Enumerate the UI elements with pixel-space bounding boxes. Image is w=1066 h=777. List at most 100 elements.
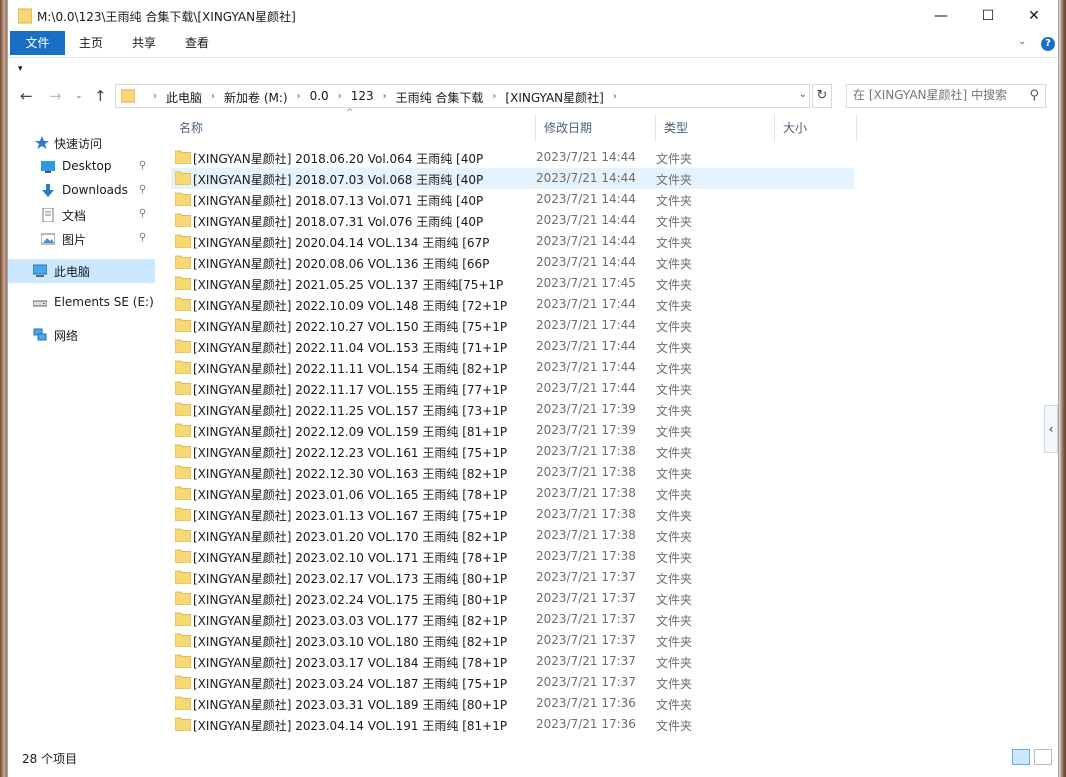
- sidebar-item[interactable]: 网络: [8, 323, 155, 347]
- desktop-icon: [41, 160, 55, 174]
- sidebar-item[interactable]: 快速访问: [8, 131, 155, 155]
- file-date: 2023/7/21 14:44: [536, 255, 636, 269]
- refresh-button[interactable]: ↻: [812, 84, 832, 108]
- navigation-pane: 快速访问 Desktop ⚲ Downloads ⚲ 文档 ⚲ 图片 ⚲ 此电脑 Elements …: [8, 111, 155, 741]
- sidebar-item[interactable]: 文档 ⚲: [8, 203, 155, 227]
- folder-icon: [175, 654, 191, 668]
- file-row[interactable]: [XINGYAN星颜社] 2022.10.09 VOL.148 王雨纯 [72+…: [171, 294, 854, 315]
- back-arrow-icon[interactable]: ←: [20, 87, 33, 105]
- tab-file[interactable]: 文件: [10, 31, 65, 55]
- file-row[interactable]: [XINGYAN星颜社] 2023.03.17 VOL.184 王雨纯 [78+…: [171, 651, 854, 672]
- chevron-right-icon[interactable]: ›: [338, 89, 342, 106]
- file-name: [XINGYAN星颜社] 2022.10.27 VOL.150 王雨纯 [75+…: [193, 320, 508, 334]
- chevron-down-icon[interactable]: ⌄: [799, 89, 807, 100]
- file-date: 2023/7/21 17:38: [536, 528, 636, 542]
- file-row[interactable]: [XINGYAN星颜社] 2023.03.31 VOL.189 王雨纯 [80+…: [171, 693, 854, 714]
- file-name: [XINGYAN星颜社] 2023.02.24 VOL.175 王雨纯 [80+…: [193, 593, 508, 607]
- tab-home[interactable]: 主页: [70, 31, 112, 55]
- breadcrumb-item[interactable]: 王雨纯 合集下载: [396, 89, 484, 106]
- close-button[interactable]: ✕: [1011, 0, 1057, 31]
- file-row[interactable]: [XINGYAN星颜社] 2022.12.09 VOL.159 王雨纯 [81+…: [171, 420, 854, 441]
- chevron-left-icon[interactable]: ‹: [1044, 405, 1058, 453]
- sidebar-item[interactable]: Downloads ⚲: [8, 179, 155, 203]
- customize-toolbar-icon[interactable]: ▾: [18, 64, 23, 74]
- folder-icon: [175, 465, 191, 479]
- recent-locations-icon[interactable]: ⌄: [75, 91, 83, 101]
- file-type: 文件夹: [656, 614, 693, 628]
- file-row[interactable]: [XINGYAN星颜社] 2023.02.10 VOL.171 王雨纯 [78+…: [171, 546, 854, 567]
- file-row[interactable]: [XINGYAN星颜社] 2023.01.20 VOL.170 王雨纯 [82+…: [171, 525, 854, 546]
- file-row[interactable]: [XINGYAN星颜社] 2023.02.17 VOL.173 王雨纯 [80+…: [171, 567, 854, 588]
- chevron-right-icon[interactable]: ›: [297, 89, 301, 106]
- chevron-right-icon[interactable]: ›: [492, 89, 496, 106]
- maximize-button[interactable]: ☐: [965, 0, 1011, 31]
- details-view-button[interactable]: [1012, 749, 1030, 765]
- minimize-button[interactable]: —: [918, 0, 964, 31]
- file-row[interactable]: [XINGYAN星颜社] 2023.04.14 VOL.191 王雨纯 [81+…: [171, 714, 854, 735]
- download-icon: [41, 184, 55, 198]
- file-row[interactable]: [XINGYAN星颜社] 2018.06.20 Vol.064 王雨纯 [40P…: [171, 147, 854, 168]
- file-row[interactable]: [XINGYAN星颜社] 2018.07.03 Vol.068 王雨纯 [40P…: [171, 168, 854, 189]
- file-type: 文件夹: [656, 551, 693, 565]
- sidebar-item[interactable]: Desktop ⚲: [8, 155, 155, 179]
- column-date[interactable]: 修改日期: [536, 114, 656, 142]
- folder-icon: [175, 675, 191, 689]
- file-row[interactable]: [XINGYAN星颜社] 2023.03.03 VOL.177 王雨纯 [82+…: [171, 609, 854, 630]
- file-row[interactable]: [XINGYAN星颜社] 2018.07.31 Vol.076 王雨纯 [40P…: [171, 210, 854, 231]
- breadcrumb-item[interactable]: 新加卷 (M:): [224, 89, 288, 106]
- file-row[interactable]: [XINGYAN星颜社] 2022.12.23 VOL.161 王雨纯 [75+…: [171, 441, 854, 462]
- chevron-right-icon[interactable]: ›: [383, 89, 387, 106]
- search-input[interactable]: [853, 88, 1023, 102]
- file-row[interactable]: [XINGYAN星颜社] 2022.10.27 VOL.150 王雨纯 [75+…: [171, 315, 854, 336]
- chevron-right-icon[interactable]: ›: [211, 89, 215, 106]
- file-type: 文件夹: [656, 488, 693, 502]
- file-row[interactable]: [XINGYAN星颜社] 2022.11.11 VOL.154 王雨纯 [82+…: [171, 357, 854, 378]
- breadcrumb-item[interactable]: [XINGYAN星颜社]: [505, 89, 603, 106]
- file-row[interactable]: [XINGYAN星颜社] 2022.11.04 VOL.153 王雨纯 [71+…: [171, 336, 854, 357]
- file-row[interactable]: [XINGYAN星颜社] 2022.11.25 VOL.157 王雨纯 [73+…: [171, 399, 854, 420]
- breadcrumb-item[interactable]: 0.0: [310, 89, 329, 106]
- file-row[interactable]: [XINGYAN星颜社] 2023.01.06 VOL.165 王雨纯 [78+…: [171, 483, 854, 504]
- file-date: 2023/7/21 14:44: [536, 234, 636, 248]
- forward-arrow-icon[interactable]: →: [49, 87, 62, 105]
- file-row[interactable]: [XINGYAN星颜社] 2018.07.13 Vol.071 王雨纯 [40P…: [171, 189, 854, 210]
- pin-icon: ⚲: [139, 232, 147, 243]
- help-icon[interactable]: ?: [1041, 37, 1055, 51]
- file-type: 文件夹: [656, 425, 693, 439]
- column-name[interactable]: 名称: [171, 114, 536, 142]
- large-icons-view-button[interactable]: [1034, 749, 1052, 765]
- file-row[interactable]: [XINGYAN星颜社] 2022.12.30 VOL.163 王雨纯 [82+…: [171, 462, 854, 483]
- file-name: [XINGYAN星颜社] 2023.03.31 VOL.189 王雨纯 [80+…: [193, 698, 508, 712]
- file-row[interactable]: [XINGYAN星颜社] 2020.04.14 VOL.134 王雨纯 [67P…: [171, 231, 854, 252]
- tab-share[interactable]: 共享: [123, 31, 165, 55]
- sidebar-item[interactable]: Elements SE (E:): [8, 291, 155, 315]
- status-bar: 28 个项目: [8, 745, 1058, 769]
- title-bar[interactable]: M:\0.0\123\王雨纯 合集下载\[XINGYAN星颜社] — ☐ ✕: [8, 0, 1058, 31]
- address-bar[interactable]: › 此电脑 › 新加卷 (M:) › 0.0 › 123 › 王雨纯 合集下载 › [XINGYAN星…: [115, 84, 810, 108]
- file-row[interactable]: [XINGYAN星颜社] 2023.03.24 VOL.187 王雨纯 [75+…: [171, 672, 854, 693]
- chevron-right-icon[interactable]: ›: [153, 89, 157, 106]
- file-name: [XINGYAN星颜社] 2021.05.25 VOL.137 王雨纯[75+1…: [193, 278, 504, 292]
- breadcrumb-item[interactable]: 此电脑: [166, 89, 202, 106]
- file-row[interactable]: [XINGYAN星颜社] 2022.11.17 VOL.155 王雨纯 [77+…: [171, 378, 854, 399]
- sidebar-item[interactable]: 此电脑: [8, 259, 155, 283]
- column-size[interactable]: 大小: [775, 114, 857, 142]
- file-row[interactable]: [XINGYAN星颜社] 2021.05.25 VOL.137 王雨纯[75+1…: [171, 273, 854, 294]
- sidebar-item-label: Downloads: [62, 183, 128, 197]
- tab-view[interactable]: 查看: [176, 31, 218, 55]
- file-row[interactable]: [XINGYAN星颜社] 2023.03.10 VOL.180 王雨纯 [82+…: [171, 630, 854, 651]
- file-date: 2023/7/21 17:44: [536, 339, 636, 353]
- sidebar-item-label: Elements SE (E:): [54, 295, 154, 309]
- expand-ribbon-icon[interactable]: ⌄: [1018, 36, 1026, 47]
- breadcrumb-item[interactable]: 123: [351, 89, 374, 106]
- file-row[interactable]: [XINGYAN星颜社] 2023.02.24 VOL.175 王雨纯 [80+…: [171, 588, 854, 609]
- search-icon[interactable]: ⚲: [1029, 88, 1039, 103]
- file-name: [XINGYAN星颜社] 2018.07.03 Vol.068 王雨纯 [40P: [193, 173, 484, 187]
- chevron-right-icon[interactable]: ›: [613, 89, 617, 106]
- sidebar-item[interactable]: 图片 ⚲: [8, 227, 155, 251]
- up-arrow-icon[interactable]: ↑: [94, 87, 107, 105]
- column-type[interactable]: 类型: [656, 114, 775, 142]
- file-row[interactable]: [XINGYAN星颜社] 2023.01.13 VOL.167 王雨纯 [75+…: [171, 504, 854, 525]
- search-box[interactable]: ⚲: [846, 84, 1046, 108]
- file-row[interactable]: [XINGYAN星颜社] 2020.08.06 VOL.136 王雨纯 [66P…: [171, 252, 854, 273]
